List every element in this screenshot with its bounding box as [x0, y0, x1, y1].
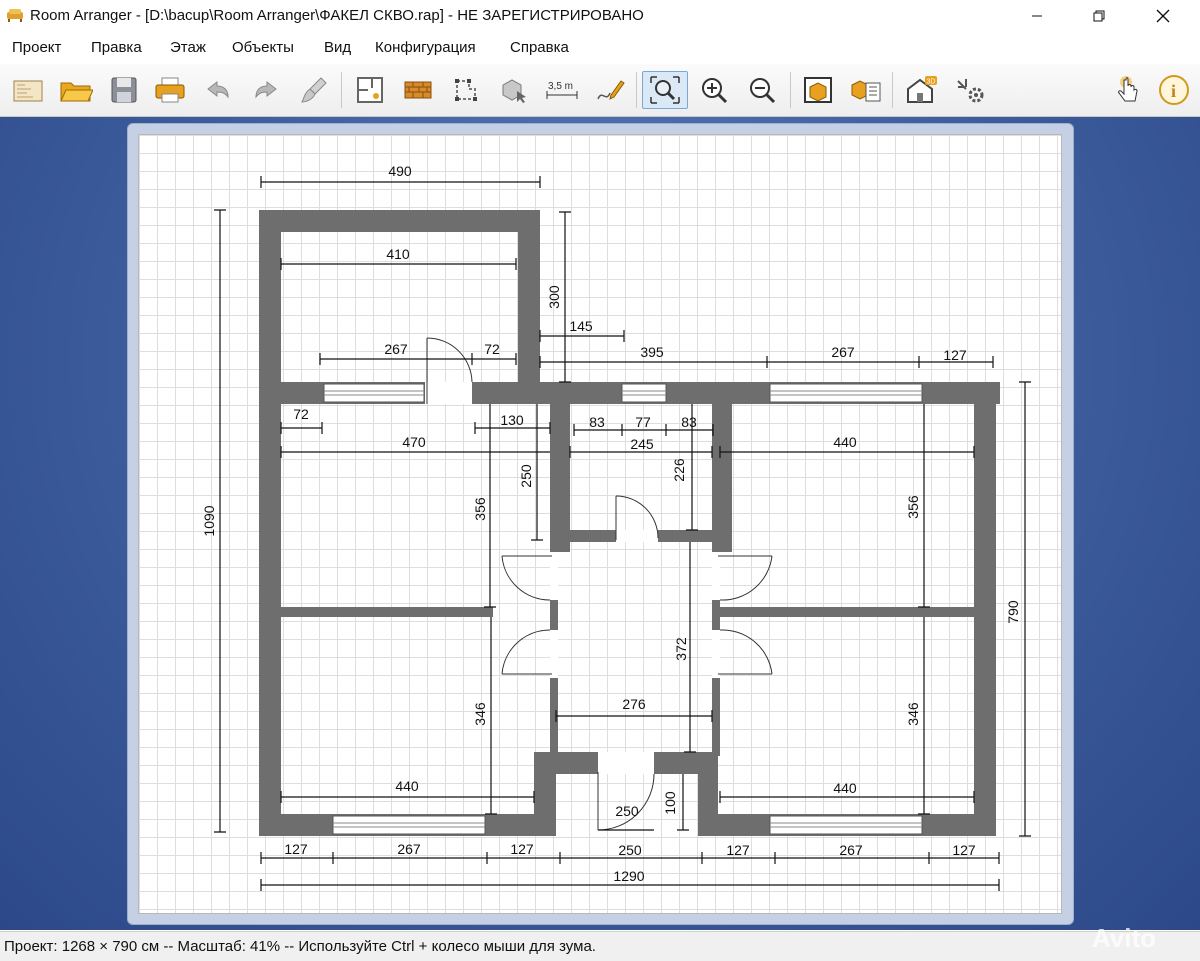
dim-label: 440: [395, 778, 419, 794]
dim-label: 790: [1005, 600, 1021, 624]
dim-label: 395: [640, 344, 664, 360]
dim-label: 372: [673, 637, 689, 661]
dim-label: 127: [952, 842, 976, 858]
dim-label: 267: [384, 341, 408, 357]
dim-label: 77: [635, 414, 651, 430]
dim-label: 490: [388, 163, 412, 179]
dim-label: 83: [681, 414, 697, 430]
floor-plan: 490 1090 410 300 145 267 72 395 267 127 …: [201, 163, 1031, 891]
dim-label: 346: [905, 702, 921, 726]
dim-label: 72: [484, 341, 500, 357]
walls: [259, 210, 1000, 836]
dim-label: 267: [831, 344, 855, 360]
dim-label: 346: [472, 702, 488, 726]
dim-label: 267: [839, 842, 863, 858]
dim-label: 250: [518, 464, 534, 488]
dim-label: 440: [833, 434, 857, 450]
dim-label: 83: [589, 414, 605, 430]
dim-label: 356: [472, 497, 488, 521]
dim-label: 1290: [613, 868, 644, 884]
dim-label: 130: [500, 412, 524, 428]
dim-label: 356: [905, 495, 921, 519]
dim-label: 127: [943, 347, 967, 363]
dim-label: 127: [726, 842, 750, 858]
dim-label: 250: [618, 842, 642, 858]
dim-label: 300: [546, 285, 562, 309]
status-text: Проект: 1268 × 790 см -- Масштаб: 41% --…: [4, 938, 596, 955]
dim-label: 276: [622, 696, 646, 712]
dim-label: 100: [662, 791, 678, 815]
dim-label: 72: [293, 406, 309, 422]
dim-label: 226: [671, 458, 687, 482]
dim-label: 267: [397, 841, 421, 857]
dim-label: 1090: [201, 505, 217, 536]
status-bar: Проект: 1268 × 790 см -- Масштаб: 41% --…: [0, 931, 1200, 961]
dim-label: 410: [386, 246, 410, 262]
dim-label: 127: [510, 841, 534, 857]
dim-label: 245: [630, 436, 654, 452]
avito-watermark: Avito: [1092, 923, 1157, 953]
dim-label: 127: [284, 841, 308, 857]
dim-label: 145: [569, 318, 593, 334]
dimension-labels: 490 1090 410 300 145 267 72 395 267 127 …: [201, 163, 1021, 884]
dim-label: 250: [615, 803, 639, 819]
dim-label: 470: [402, 434, 426, 450]
dim-label: 440: [833, 780, 857, 796]
